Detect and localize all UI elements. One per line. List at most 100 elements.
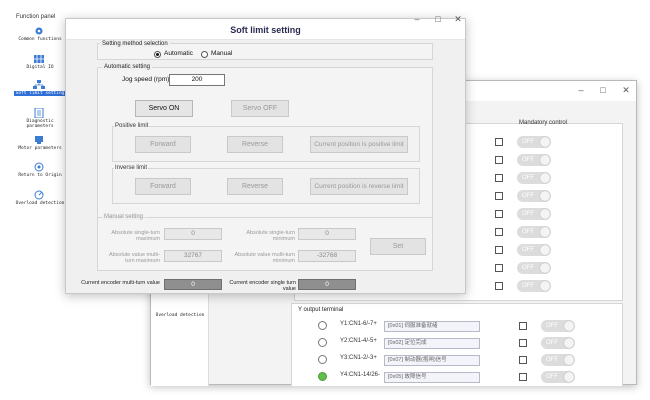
x-toggle[interactable]: OFF bbox=[517, 280, 551, 292]
x-toggle[interactable]: OFF bbox=[517, 172, 551, 184]
y-function-select[interactable]: [0x07] 制动器(抱闸)信号 bbox=[384, 355, 480, 366]
y-output-title: Y output terminal bbox=[298, 307, 344, 313]
fp-item-common-functions[interactable]: Common functions bbox=[18, 26, 62, 48]
manual-label[interactable]: Manual bbox=[211, 50, 232, 57]
set-button[interactable]: Set bbox=[370, 238, 426, 255]
io-grid-icon bbox=[34, 55, 44, 63]
x-checkbox[interactable] bbox=[495, 264, 503, 272]
toggle-knob bbox=[540, 155, 550, 165]
target-icon bbox=[34, 162, 44, 172]
current-position-positive-button[interactable]: Current position is positive limit bbox=[310, 136, 408, 153]
y-row: Y3:CN1-2/-3+ [0x07] 制动器(抱闸)信号 OFF bbox=[292, 352, 622, 369]
soft-limit-setting-window: Soft limit setting – □ ✕ Setting method … bbox=[65, 14, 466, 294]
back-maximize-button[interactable]: □ bbox=[598, 85, 608, 95]
y-status-indicator-on bbox=[318, 372, 327, 381]
y-checkbox[interactable] bbox=[519, 322, 527, 330]
y-function-select[interactable]: [0x05] 故障信号 bbox=[384, 372, 480, 383]
x-toggle[interactable]: OFF bbox=[517, 262, 551, 274]
x-checkbox[interactable] bbox=[495, 138, 503, 146]
close-button[interactable]: ✕ bbox=[453, 14, 463, 24]
abs-multi-max-input[interactable]: 32767 bbox=[164, 250, 222, 262]
x-checkbox[interactable] bbox=[495, 156, 503, 164]
y-toggle[interactable]: OFF bbox=[541, 354, 575, 366]
jog-speed-label: Jog speed (rpm) bbox=[122, 76, 170, 83]
y-row: Y2:CN1-4/-5+ [0x02] 定位完成 OFF bbox=[292, 335, 622, 352]
fp-item-soft-limit-setting[interactable]: Soft limit setting bbox=[14, 80, 66, 102]
inverse-limit-title: Inverse limit bbox=[114, 165, 149, 171]
servo-on-button[interactable]: Servo ON bbox=[135, 100, 193, 117]
positive-forward-button[interactable]: Forward bbox=[135, 136, 191, 153]
toggle-knob bbox=[540, 191, 550, 201]
x-checkbox[interactable] bbox=[495, 282, 503, 290]
automatic-label[interactable]: Automatic bbox=[164, 50, 193, 57]
manual-setting-title: Manual setting bbox=[102, 214, 146, 220]
abs-single-min-label: Absolute single-turn minimum bbox=[246, 230, 295, 242]
back-close-button[interactable]: ✕ bbox=[621, 85, 631, 95]
fp-item-motor-parameters[interactable]: Motor parameters bbox=[18, 135, 62, 157]
current-position-reverse-button[interactable]: Current position is reverse limit bbox=[310, 178, 408, 195]
x-toggle[interactable]: OFF bbox=[517, 190, 551, 202]
toggle-knob bbox=[540, 209, 550, 219]
toggle-knob bbox=[540, 173, 550, 183]
abs-single-min-input[interactable]: 0 bbox=[298, 228, 356, 240]
function-panel: Function panel Common functions Digital … bbox=[14, 14, 66, 216]
x-checkbox[interactable] bbox=[495, 228, 503, 236]
motor-icon bbox=[35, 136, 43, 144]
toggle-knob bbox=[540, 245, 550, 255]
positive-limit-group: Positive limit Forward Reverse Current p… bbox=[112, 123, 420, 162]
x-checkbox[interactable] bbox=[495, 246, 503, 254]
manual-setting-group: Manual setting Absolute single-turn maxi… bbox=[97, 214, 433, 271]
maximize-button[interactable]: □ bbox=[433, 14, 443, 24]
mandatory-control-header: Mandatory control bbox=[519, 120, 568, 126]
y-function-select[interactable]: [0x01] 伺服准备就绪 bbox=[384, 321, 480, 332]
y-toggle[interactable]: OFF bbox=[541, 371, 575, 383]
abs-multi-min-label: Absolute value multi-turn minimum bbox=[234, 252, 295, 264]
y-status-indicator bbox=[318, 355, 327, 364]
fp-item-digital-io[interactable]: Digital IO bbox=[18, 54, 62, 76]
back-minimize-button[interactable]: – bbox=[576, 85, 586, 95]
toggle-knob bbox=[540, 227, 550, 237]
y-row: Y1:CN1-6/-7+ [0x01] 伺服准备就绪 OFF bbox=[292, 318, 622, 335]
automatic-radio[interactable] bbox=[154, 51, 161, 58]
inverse-forward-button[interactable]: Forward bbox=[135, 178, 191, 195]
minimize-button[interactable]: – bbox=[412, 14, 422, 24]
inverse-reverse-button[interactable]: Reverse bbox=[227, 178, 283, 195]
encoder-multi-turn-value: 0 bbox=[164, 279, 222, 290]
encoder-single-turn-label: Current encoder single turn value bbox=[229, 280, 296, 292]
x-checkbox[interactable] bbox=[495, 174, 503, 182]
x-toggle[interactable]: OFF bbox=[517, 136, 551, 148]
x-toggle[interactable]: OFF bbox=[517, 244, 551, 256]
manual-radio[interactable] bbox=[201, 51, 208, 58]
y-checkbox[interactable] bbox=[519, 356, 527, 364]
y-row: Y4:CN1-14/26- [0x05] 故障信号 OFF bbox=[292, 369, 622, 386]
jog-speed-input[interactable]: 200 bbox=[169, 74, 225, 86]
fp-item-overload-detection[interactable]: Overload detection bbox=[16, 190, 64, 212]
encoder-single-turn-value: 0 bbox=[298, 279, 356, 290]
y-status-indicator bbox=[318, 338, 327, 347]
back-overload-label[interactable]: Overload detection bbox=[153, 313, 207, 318]
x-toggle[interactable]: OFF bbox=[517, 226, 551, 238]
y-checkbox[interactable] bbox=[519, 373, 527, 381]
inverse-limit-group: Inverse limit Forward Reverse Current po… bbox=[112, 165, 420, 204]
fp-item-diagnostic-parameters[interactable]: Diagnostic parameters bbox=[18, 108, 62, 130]
function-panel-title: Function panel bbox=[16, 14, 56, 20]
main-title: Soft limit setting bbox=[230, 25, 301, 35]
y-toggle[interactable]: OFF bbox=[541, 337, 575, 349]
abs-multi-min-input[interactable]: -32768 bbox=[298, 250, 356, 262]
abs-single-max-label: Absolute single-turn maximum bbox=[111, 230, 160, 242]
x-checkbox[interactable] bbox=[495, 192, 503, 200]
toggle-knob bbox=[564, 321, 574, 331]
positive-reverse-button[interactable]: Reverse bbox=[227, 136, 283, 153]
toggle-knob bbox=[540, 137, 550, 147]
x-checkbox[interactable] bbox=[495, 210, 503, 218]
toggle-knob bbox=[564, 372, 574, 382]
x-toggle[interactable]: OFF bbox=[517, 208, 551, 220]
y-checkbox[interactable] bbox=[519, 339, 527, 347]
fp-item-return-to-origin[interactable]: Return to Origin bbox=[18, 162, 62, 184]
y-toggle[interactable]: OFF bbox=[541, 320, 575, 332]
x-toggle[interactable]: OFF bbox=[517, 154, 551, 166]
toggle-knob bbox=[564, 338, 574, 348]
abs-single-max-input[interactable]: 0 bbox=[164, 228, 222, 240]
servo-off-button[interactable]: Servo OFF bbox=[231, 100, 289, 117]
y-function-select[interactable]: [0x02] 定位完成 bbox=[384, 338, 480, 349]
